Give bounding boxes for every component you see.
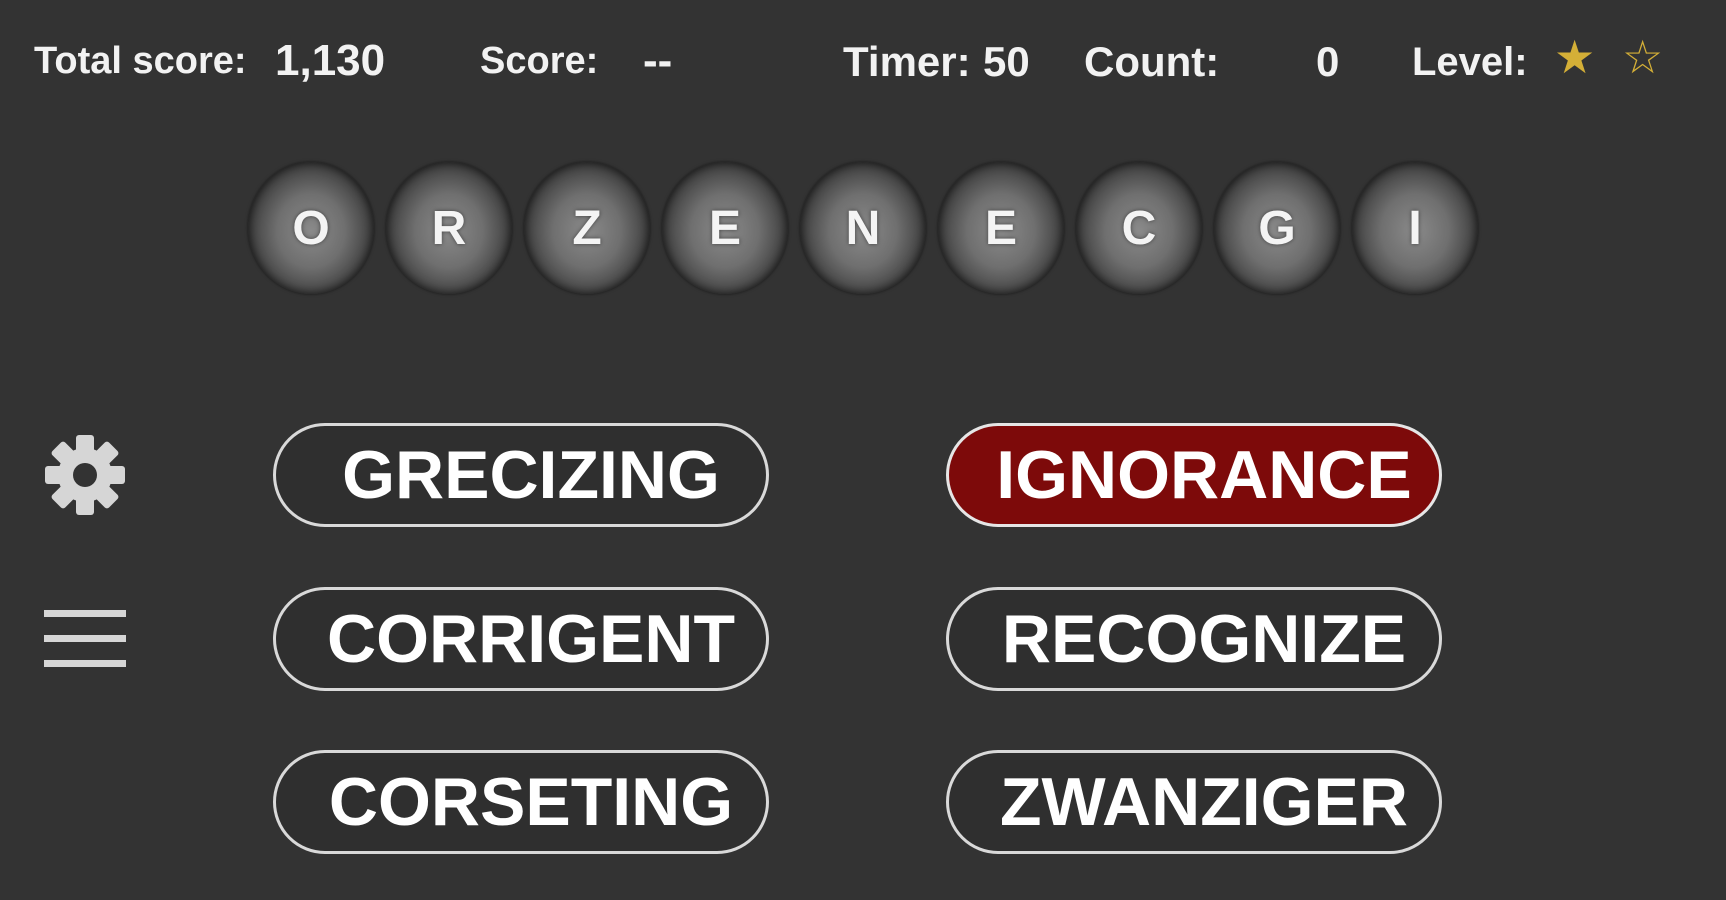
letter-tile[interactable]: N xyxy=(800,162,926,294)
letter-tiles: ORZENECGI xyxy=(0,0,1726,360)
menu-icon[interactable] xyxy=(44,608,128,670)
letter-tile[interactable]: Z xyxy=(524,162,650,294)
answer-button-corrigent[interactable]: CORRIGENT xyxy=(273,587,769,691)
letter-tile[interactable]: O xyxy=(248,162,374,294)
letter-tile[interactable]: C xyxy=(1076,162,1202,294)
letter-tile[interactable]: E xyxy=(938,162,1064,294)
answer-button-recognize[interactable]: RECOGNIZE xyxy=(946,587,1442,691)
answer-button-grecizing[interactable]: GRECIZING xyxy=(273,423,769,527)
answer-button-corseting[interactable]: CORSETING xyxy=(273,750,769,854)
answer-button-zwanziger[interactable]: ZWANZIGER xyxy=(946,750,1442,854)
letter-tile[interactable]: I xyxy=(1352,162,1478,294)
letter-tile[interactable]: R xyxy=(386,162,512,294)
gear-icon[interactable] xyxy=(40,430,130,520)
letter-tile[interactable]: E xyxy=(662,162,788,294)
answer-button-ignorance[interactable]: IGNORANCE xyxy=(946,423,1442,527)
letter-tile[interactable]: G xyxy=(1214,162,1340,294)
